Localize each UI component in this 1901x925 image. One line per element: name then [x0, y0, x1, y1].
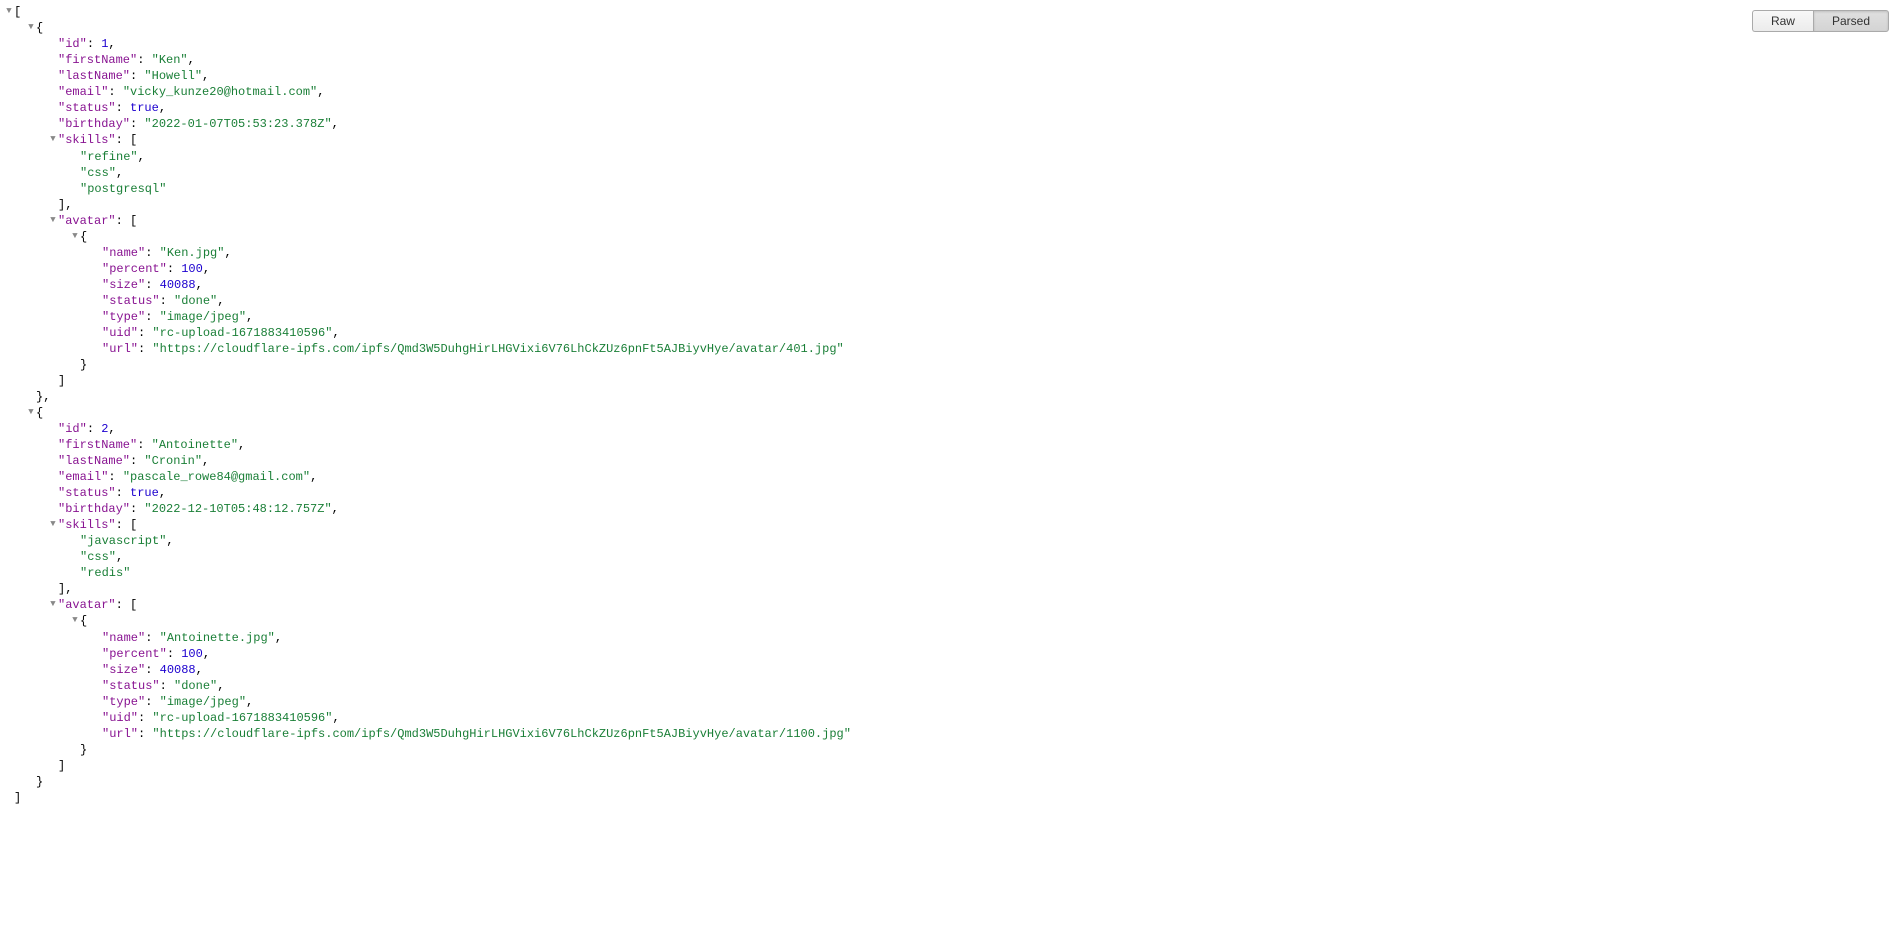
raw-button[interactable]: Raw [1752, 10, 1813, 32]
toggle-icon[interactable]: ▼ [70, 228, 80, 244]
toggle-icon[interactable]: ▼ [48, 516, 58, 532]
view-toggle: Raw Parsed [1752, 10, 1889, 32]
toggle-icon[interactable]: ▼ [26, 19, 36, 35]
toggle-icon[interactable]: ▼ [48, 212, 58, 228]
toggle-icon[interactable]: ▼ [4, 3, 14, 19]
parsed-button[interactable]: Parsed [1813, 10, 1889, 32]
toggle-icon[interactable]: ▼ [48, 596, 58, 612]
toggle-icon[interactable]: ▼ [48, 131, 58, 147]
json-tree: ▼[▼{"id": 1,"firstName": "Ken","lastName… [0, 4, 1901, 806]
toggle-icon[interactable]: ▼ [26, 404, 36, 420]
toggle-icon[interactable]: ▼ [70, 612, 80, 628]
